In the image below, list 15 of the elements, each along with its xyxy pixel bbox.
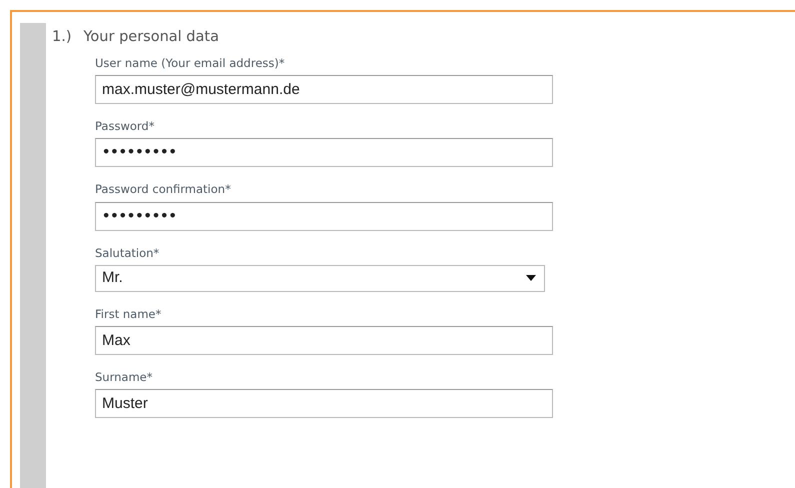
input-field[interactable]: Muster — [95, 389, 553, 418]
password-field[interactable]: ••••••••• — [95, 202, 553, 230]
field-label: Password confirmation* — [95, 181, 232, 198]
salutation-dropdown[interactable]: Mr. — [95, 264, 545, 292]
field-label: First name* — [95, 306, 162, 323]
section-number: 1.) — [52, 28, 72, 47]
field-label: Surname* — [95, 369, 154, 386]
password-field[interactable]: ••••••••• — [95, 138, 553, 168]
field-label: Password* — [95, 118, 156, 135]
input-field[interactable]: Max — [95, 326, 553, 355]
field-label: User name (Your email address)* — [95, 54, 286, 72]
section-title: Your personal data — [84, 28, 219, 47]
field-label: Salutation* — [95, 244, 160, 262]
input-field[interactable]: max.muster@mustermann.de — [95, 75, 553, 104]
caret-icon — [526, 275, 536, 282]
